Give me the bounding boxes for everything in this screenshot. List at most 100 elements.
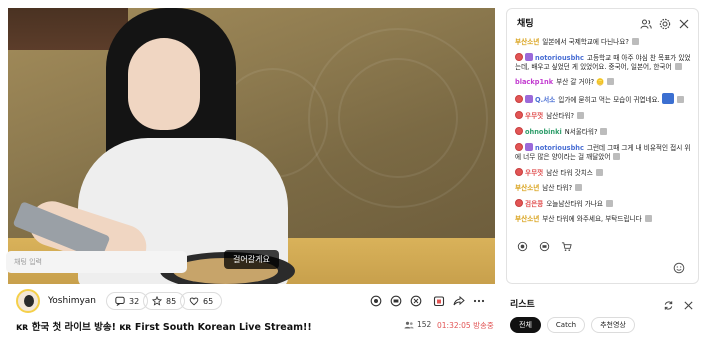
translate-icon[interactable] [674, 63, 682, 70]
chat-title: 채팅 [517, 19, 534, 29]
list-title: 리스트 [510, 300, 535, 310]
chat-text: 일본에서 국제학교에 다닌나요? [542, 38, 629, 46]
video-player[interactable] [8, 8, 495, 284]
chat-shop-button[interactable] [561, 237, 572, 251]
chat-username[interactable]: notoriousbhc [535, 54, 584, 62]
chat-username[interactable]: ohnobinki [525, 128, 562, 136]
chat-bubble-icon [115, 296, 125, 306]
chat-message-list: 부산소년 일본에서 국제학교에 다닌나요? notoriousbhc 고등학교 때 아… [515, 38, 695, 230]
record-icon [370, 295, 382, 307]
chip-recommended[interactable]: 추천영상 [591, 317, 635, 333]
gift-icon [433, 296, 445, 307]
emoji-button[interactable] [673, 259, 685, 274]
chat-message: notoriousbhc 그런데 그때 그게 내 비유적인 접시 위에 너무 많은… [515, 143, 695, 162]
subscriber-badge-icon [515, 111, 523, 119]
chat-text: N서울타워? [564, 128, 598, 136]
chat-users-button[interactable] [640, 15, 652, 29]
chat-message: ohnobinki N서울타워? [515, 127, 695, 137]
more-button[interactable] [472, 294, 486, 308]
like-count: 85 [166, 296, 177, 306]
translate-icon[interactable] [575, 184, 583, 191]
refresh-icon [664, 301, 673, 310]
chat-quality-button[interactable] [539, 237, 550, 252]
subscriber-badge-icon [515, 53, 523, 61]
chat-username[interactable]: blackp1nk [515, 78, 553, 86]
chat-settings-button[interactable] [659, 15, 671, 30]
chat-text: 부산 타워에 와주세요, 부탁드립니다 [542, 215, 642, 223]
chat-record-button[interactable] [517, 237, 528, 252]
manager-badge-icon [525, 95, 533, 103]
chat-message: 부산소년 남산 타워? [515, 184, 695, 193]
manager-badge-icon [525, 143, 533, 151]
cart-icon [561, 242, 572, 251]
quality-button[interactable] [389, 294, 403, 308]
sticker-icon [661, 93, 674, 104]
chat-username[interactable]: 부산소년 [515, 184, 539, 192]
chat-input[interactable] [6, 251, 187, 273]
users-icon [640, 19, 652, 29]
translate-icon[interactable] [644, 215, 652, 222]
close-icon [684, 301, 693, 310]
chat-message: 우무껏 남산타워? [515, 111, 695, 121]
translate-icon[interactable] [600, 128, 608, 135]
chat-text: 오늘남산타워 가나요 [546, 200, 603, 208]
chat-close-button[interactable] [678, 15, 690, 29]
chat-username[interactable]: Q.서소 [535, 96, 555, 104]
chat-username[interactable]: notoriousbhc [535, 144, 584, 152]
gift-button[interactable] [432, 294, 446, 308]
coin-icon [539, 241, 550, 252]
chat-username[interactable]: 검은콩 [525, 200, 543, 208]
record-button[interactable] [369, 294, 383, 308]
channel-name[interactable]: Yoshimyan [48, 296, 96, 306]
list-actions [663, 296, 694, 310]
translate-icon[interactable] [576, 112, 584, 119]
chat-text: 부산 갈 거야? 🪙 [556, 78, 605, 86]
clip-button[interactable] [409, 294, 423, 308]
wall-texture [338, 58, 458, 178]
chat-username[interactable]: 우무껏 [525, 112, 543, 120]
live-duration: 01:32:05 방송중 [437, 321, 494, 330]
translate-icon[interactable] [613, 153, 621, 160]
translate-icon[interactable] [605, 200, 613, 207]
video-caption: 걸어갈게요 [224, 250, 279, 269]
translate-icon[interactable] [595, 169, 603, 176]
chat-count-button[interactable]: 32 [106, 292, 149, 310]
record-icon [517, 241, 528, 252]
manager-badge-icon [525, 53, 533, 61]
subscriber-badge-icon [515, 199, 523, 207]
like-button[interactable]: 85 [143, 292, 186, 310]
subscriber-badge-icon [515, 95, 523, 103]
chat-text: 남산 타워 갓치스 [546, 169, 593, 177]
subscriber-badge-icon [515, 143, 523, 151]
chat-username[interactable]: 부산소년 [515, 215, 539, 223]
channel-avatar[interactable] [16, 289, 40, 313]
translate-icon[interactable] [607, 78, 615, 85]
share-icon [453, 295, 465, 306]
close-icon [679, 19, 689, 29]
scissors-icon [410, 295, 422, 307]
subscriber-badge-icon [515, 127, 523, 135]
translate-icon[interactable] [676, 96, 684, 103]
chat-username[interactable]: 부산소년 [515, 38, 539, 46]
star-icon [152, 296, 162, 306]
chip-catch[interactable]: Catch [546, 317, 586, 333]
translate-icon[interactable] [631, 38, 639, 45]
heart-icon [189, 297, 199, 306]
list-close-button[interactable] [683, 296, 694, 310]
chat-message: Q.서소 입가에 묻히고 먹는 모습이 귀엽네요. [515, 93, 695, 105]
chat-panel: 채팅 부산소년 일본에서 국제학교에 다닌나요? notoriousbhc 고등학교 … [506, 8, 699, 284]
list-filter-chips: 전체 Catch 추천영상 [510, 317, 635, 333]
smiley-icon [673, 262, 685, 274]
list-refresh-button[interactable] [663, 296, 674, 310]
favorite-button[interactable]: 65 [180, 292, 223, 310]
gear-icon [659, 18, 671, 30]
chat-username[interactable]: 우무껏 [525, 169, 543, 177]
hd-icon [390, 295, 402, 307]
chat-message: blackp1nk 부산 갈 거야? 🪙 [515, 78, 695, 87]
avatar-face [24, 295, 34, 307]
chat-message: 부산소년 부산 타워에 와주세요, 부탁드립니다 [515, 215, 695, 224]
chat-message: notoriousbhc 고등학교 때 아주 야심 찬 목표가 있었는데, 배우고… [515, 53, 695, 72]
favorite-count: 65 [203, 296, 214, 306]
share-button[interactable] [452, 294, 466, 308]
chip-all[interactable]: 전체 [510, 317, 541, 333]
